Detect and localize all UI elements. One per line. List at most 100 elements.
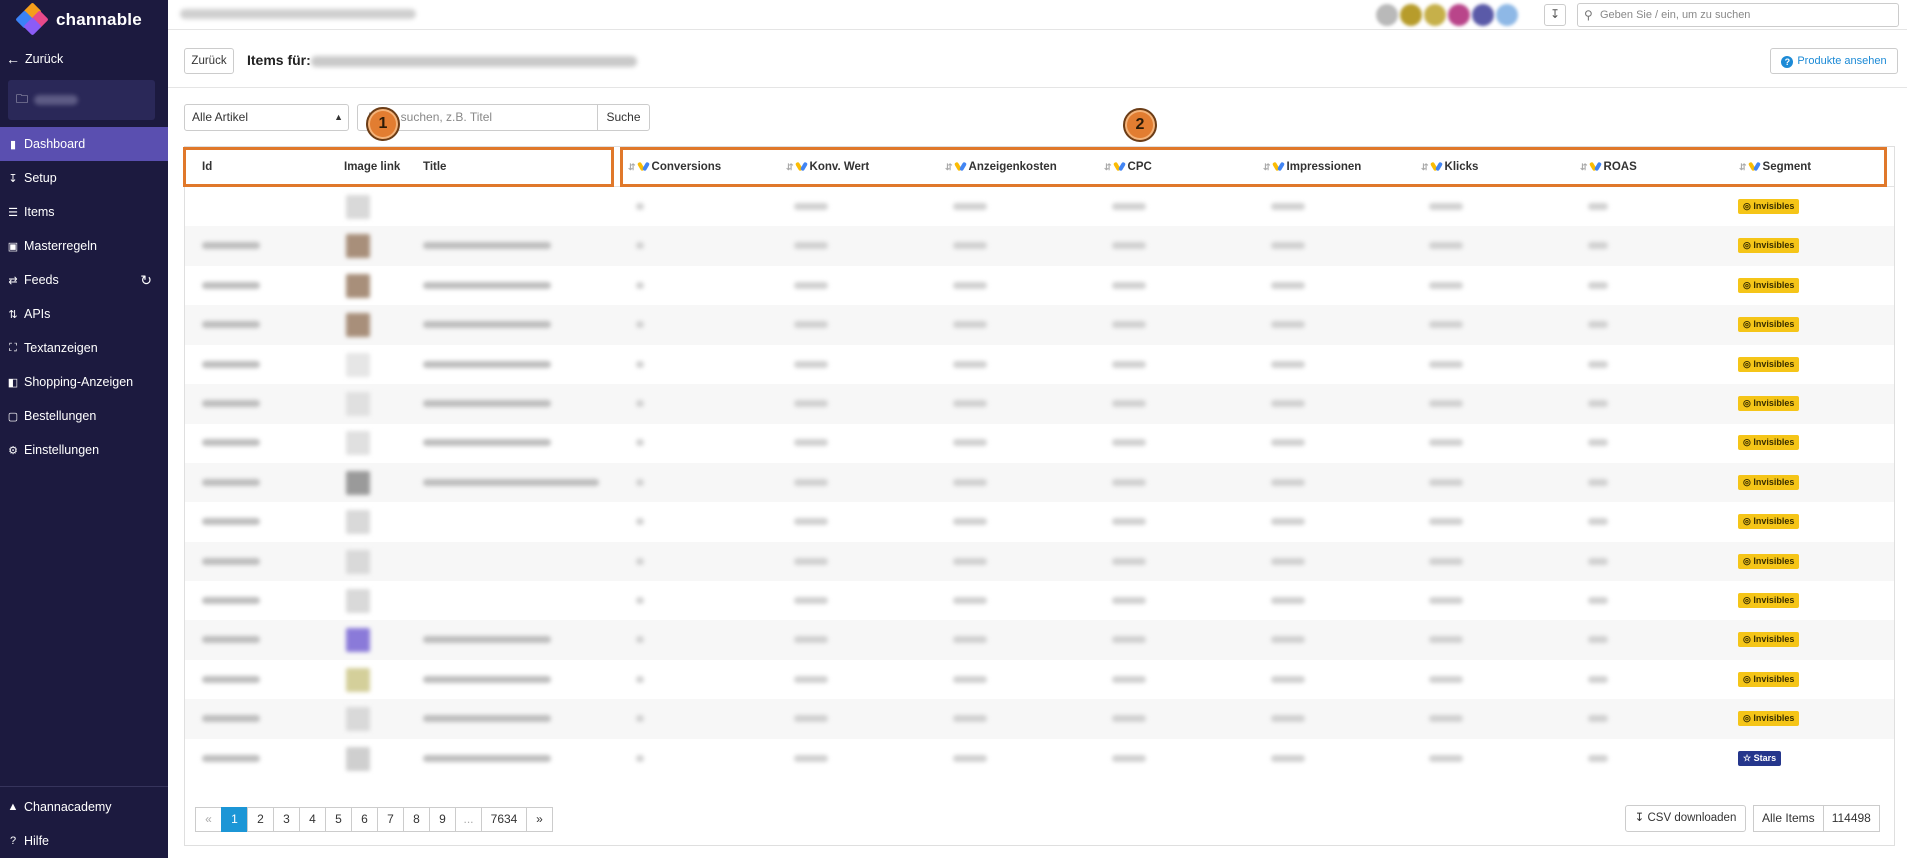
eye-slash-icon: ◎ — [1743, 555, 1754, 566]
cell-metric-redacted — [1112, 518, 1146, 526]
pagination-page[interactable]: 9 — [429, 807, 456, 832]
cell-metric-redacted — [1271, 557, 1305, 565]
pagination-page[interactable]: 8 — [403, 807, 430, 832]
cell-metric-redacted — [794, 715, 828, 723]
clipboard-icon: ▣ — [7, 240, 19, 253]
chevron-updown-icon: ▲ — [334, 112, 343, 122]
cell-metric-redacted — [794, 242, 828, 250]
back-button[interactable]: Zurück — [184, 48, 234, 74]
cell-metric-redacted — [1588, 321, 1608, 329]
cell-metric-redacted — [1588, 518, 1608, 526]
cell-metric-redacted — [636, 321, 644, 329]
table-row[interactable]: ◎ Invisibles — [185, 620, 1894, 660]
avatar[interactable] — [1448, 4, 1470, 26]
table-row[interactable]: ◎ Invisibles — [185, 699, 1894, 739]
table-row[interactable]: ◎ Invisibles — [185, 423, 1894, 463]
table-row[interactable]: ◎ Invisibles — [185, 581, 1894, 621]
view-products-button[interactable]: ? Produkte ansehen — [1770, 48, 1898, 74]
sidebar-item-einstellungen[interactable]: ⚙ Einstellungen — [0, 433, 168, 467]
pagination-page[interactable]: 6 — [351, 807, 378, 832]
cell-metric-redacted — [1429, 400, 1463, 407]
sidebar-item-items[interactable]: ☰ Items — [0, 195, 168, 229]
pagination-page[interactable]: 1 — [221, 807, 248, 832]
pagination-page[interactable]: 2 — [247, 807, 274, 832]
pagination-page[interactable]: 3 — [273, 807, 300, 832]
avatar[interactable] — [1472, 4, 1494, 26]
items-table: Id Image link Title ⇵ Conversions ⇵ Konv. … — [184, 146, 1895, 846]
sidebar-item-dashboard[interactable]: ▮ Dashboard — [0, 127, 168, 161]
sidebar-item-channacademy[interactable]: ▲ Channacademy — [0, 790, 168, 824]
table-row[interactable]: ◎ Invisibles — [185, 266, 1894, 306]
avatar[interactable] — [1424, 4, 1446, 26]
table-row[interactable]: ◎ Invisibles — [185, 541, 1894, 582]
cell-metric-redacted — [953, 715, 987, 723]
segment-label: Invisibles — [1753, 201, 1795, 211]
sidebar: channable ← Zurück 🗀 ▮ Dashboard ↧ Setup… — [0, 0, 168, 858]
cell-metric-redacted — [636, 478, 644, 486]
cell-id-redacted — [202, 715, 260, 723]
pagination-next[interactable]: » — [526, 807, 553, 832]
sidebar-item-textanzeigen[interactable]: ⛶ Textanzeigen — [0, 331, 168, 365]
sidebar-item-shopping-anzeigen[interactable]: ◧ Shopping-Anzeigen — [0, 365, 168, 399]
csv-download-button[interactable]: ↧ CSV downloaden — [1625, 805, 1746, 832]
eye-slash-icon: ◎ — [1743, 634, 1754, 645]
search-button[interactable]: Suche — [597, 104, 650, 131]
cell-metric-redacted — [794, 597, 828, 604]
cell-title-redacted — [423, 636, 551, 644]
table-row[interactable]: ◎ Invisibles — [185, 660, 1894, 700]
table-row[interactable]: ☆ Stars — [185, 739, 1894, 779]
product-thumbnail — [346, 392, 370, 416]
product-thumbnail — [346, 352, 370, 377]
segment-badge: ◎ Invisibles — [1738, 671, 1800, 687]
project-name-redacted — [34, 95, 79, 105]
pagination-prev[interactable]: « — [195, 807, 222, 832]
cell-metric-redacted — [1271, 478, 1305, 486]
pagination-page[interactable]: 7 — [377, 807, 404, 832]
table-row[interactable]: ◎ Invisibles — [185, 384, 1894, 424]
folder-icon: 🗀 — [16, 91, 29, 106]
pagination-page[interactable]: 7634 — [481, 807, 527, 832]
sidebar-item-bestellungen[interactable]: ▢ Bestellungen — [0, 399, 168, 433]
sidebar-item-masterregeln[interactable]: ▣ Masterregeln — [0, 229, 168, 263]
product-thumbnail — [346, 628, 370, 653]
cell-metric-redacted — [953, 478, 987, 486]
article-filter-select[interactable]: Alle Artikel ▲ — [184, 104, 349, 131]
page-title-redacted — [311, 56, 637, 67]
table-row[interactable]: ◎ Invisibles — [185, 462, 1894, 503]
global-search-placeholder: Geben Sie / ein, um zu suchen — [1600, 9, 1751, 21]
table-row[interactable]: ◎ Invisibles — [185, 305, 1894, 345]
table-row[interactable]: ◎ Invisibles — [185, 226, 1894, 266]
cell-metric-redacted — [1429, 281, 1463, 289]
table-row[interactable]: ◎ Invisibles — [185, 187, 1894, 227]
cell-metric-redacted — [953, 675, 987, 683]
avatar[interactable] — [1496, 4, 1518, 26]
table-row[interactable]: ◎ Invisibles — [185, 502, 1894, 542]
table-row[interactable]: ◎ Invisibles — [185, 345, 1894, 385]
segment-badge: ◎ Invisibles — [1738, 474, 1800, 490]
cell-metric-redacted — [636, 557, 644, 565]
refresh-icon[interactable]: ↻ — [140, 272, 152, 289]
view-products-label: Produkte ansehen — [1797, 55, 1887, 67]
page-title: Items für: — [247, 52, 311, 68]
avatar[interactable] — [1400, 4, 1422, 26]
global-search-input[interactable]: ⚲ Geben Sie / ein, um zu suchen — [1577, 3, 1899, 27]
back-link[interactable]: ← Zurück — [0, 40, 168, 78]
arrows-exchange-icon: ⇄ — [8, 274, 18, 287]
pagination-page[interactable]: 4 — [299, 807, 326, 832]
avatar[interactable] — [1376, 4, 1398, 26]
segment-badge: ◎ Invisibles — [1738, 396, 1800, 411]
sidebar-item-setup[interactable]: ↧ Setup — [0, 161, 168, 195]
cell-metric-redacted — [1271, 400, 1305, 407]
project-selector[interactable]: 🗀 — [8, 80, 155, 120]
sidebar-item-apis[interactable]: ⇅ APIs — [0, 297, 168, 331]
sidebar-item-feeds[interactable]: ⇄ Feeds ↻ — [0, 263, 168, 297]
cell-metric-redacted — [1271, 597, 1305, 604]
download-icon[interactable]: ↧ — [1544, 4, 1566, 26]
user-avatars — [1376, 4, 1520, 26]
pagination-page[interactable]: 5 — [325, 807, 352, 832]
cell-id-redacted — [202, 400, 260, 407]
eye-slash-icon: ◎ — [1743, 516, 1754, 527]
logo[interactable]: channable — [0, 0, 168, 40]
cell-metric-redacted — [1429, 242, 1463, 250]
sidebar-item-hilfe[interactable]: ? Hilfe — [0, 824, 168, 858]
